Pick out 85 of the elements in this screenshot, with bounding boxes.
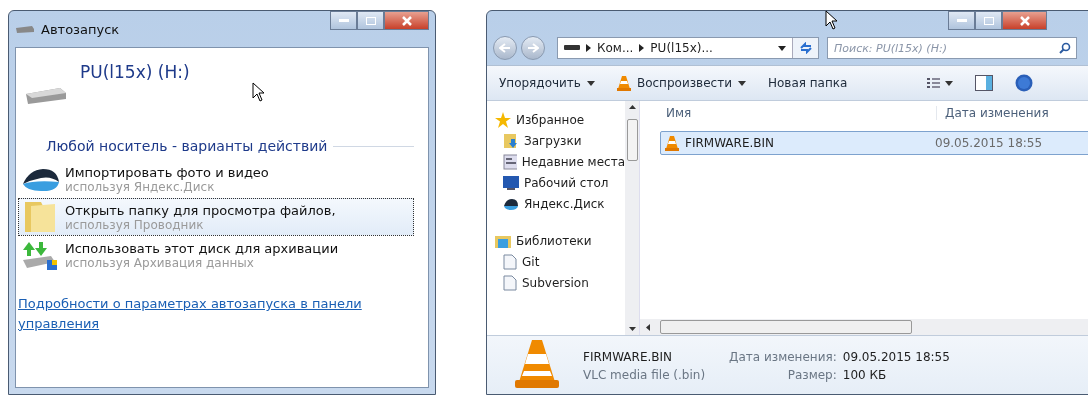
sidebar-item[interactable]: Избранное [487, 109, 625, 130]
back-arrow-icon [499, 43, 511, 53]
detail-value: 100 КБ [842, 368, 888, 382]
scrollbar[interactable] [625, 101, 639, 335]
sidebar-item[interactable]: Недавние места [487, 151, 625, 172]
caret-icon [737, 80, 746, 86]
cone-icon [515, 338, 559, 388]
document-icon [503, 274, 517, 291]
scrollbar[interactable] [640, 319, 1088, 335]
window-title: Автозапуск [41, 21, 120, 37]
detail-label: Размер: [786, 368, 837, 382]
breadcrumb[interactable]: PU(l15x)... [650, 41, 713, 55]
action-title: Открыть папку для просмотра файлов, [65, 202, 336, 218]
drive-icon [564, 45, 580, 51]
forward-button[interactable] [521, 36, 545, 60]
close-icon [1019, 15, 1030, 26]
minimize-button[interactable] [948, 11, 975, 30]
toolbar-button[interactable]: Воспроизвести [612, 73, 750, 93]
drive-icon [15, 24, 35, 34]
section-heading: Любой носитель - варианты действий [46, 138, 328, 154]
up-arrow-icon[interactable] [628, 105, 636, 109]
download-folder-icon [503, 132, 519, 149]
toolbar-button[interactable]: Упорядочить [495, 74, 599, 92]
document-icon [503, 253, 517, 270]
sidebar-item[interactable]: Загрузки [487, 130, 625, 151]
caret-icon [586, 80, 595, 86]
search-field[interactable]: Поиск: PU(l15x) (H:) [827, 37, 1077, 59]
maximize-button[interactable] [975, 11, 1002, 30]
scroll-thumb[interactable] [660, 320, 912, 334]
cone-icon [665, 135, 679, 151]
action-item[interactable]: Использовать этот диск для архивации используя Архивация данных [18, 236, 414, 274]
refresh-button[interactable] [792, 38, 818, 58]
left-arrow-icon[interactable] [646, 323, 650, 331]
down-arrow-icon[interactable] [628, 327, 636, 331]
recent-places-icon [503, 153, 517, 170]
scroll-thumb[interactable] [626, 119, 638, 161]
chevron-icon [586, 44, 591, 52]
cone-icon [616, 75, 631, 91]
file-row[interactable]: FIRMWARE.BIN 09.05.2015 18:55 [660, 131, 1088, 155]
action-title: Использовать этот диск для архивации [65, 240, 339, 256]
action-item[interactable]: Импортировать фото и видео используя Яндекс.Диск [18, 160, 414, 198]
close-button[interactable] [384, 11, 429, 30]
cursor-icon [252, 82, 266, 102]
minimize-button[interactable] [330, 11, 357, 30]
sidebar-item[interactable]: Рабочий стол [487, 172, 625, 193]
action-subtitle: используя Яндекс.Диск [65, 179, 216, 194]
column-header[interactable]: Дата изменения [936, 106, 1049, 120]
desktop-icon [503, 175, 519, 190]
sidebar-item[interactable]: Subversion [487, 272, 625, 293]
settings-link[interactable]: Подробности о параметрах автозапуска в панели управления [18, 294, 414, 333]
file-date: 09.05.2015 18:55 [935, 136, 1043, 150]
minimize-icon [956, 18, 967, 23]
refresh-icon [798, 42, 813, 54]
detail-label: Дата изменения: [729, 350, 837, 364]
detail-value: 09.05.2015 18:55 [842, 350, 950, 364]
maximize-button[interactable] [357, 11, 384, 30]
cursor-icon [825, 10, 839, 30]
sidebar-item[interactable]: Яндекс.Диск [487, 193, 625, 214]
device-name: PU(l15x) (H:) [80, 62, 190, 82]
action-item[interactable]: Открыть папку для просмотра файлов, используя Проводник [18, 198, 414, 236]
action-subtitle: используя Проводник [65, 217, 204, 232]
dropdown-icon[interactable] [778, 45, 786, 51]
maximize-icon [365, 16, 376, 25]
toolbar-button[interactable]: Новая папка [763, 74, 852, 92]
minimize-icon [338, 18, 349, 23]
breadcrumb[interactable]: Ком... [597, 41, 634, 55]
forward-arrow-icon [527, 43, 539, 53]
maximize-icon [983, 16, 994, 25]
sidebar-item[interactable]: Библиотеки [487, 230, 625, 251]
back-button[interactable] [493, 36, 517, 60]
close-button[interactable] [1002, 11, 1047, 30]
close-icon [401, 15, 412, 26]
library-icon [495, 233, 511, 248]
search-icon [1059, 42, 1071, 54]
action-title: Импортировать фото и видео [65, 164, 269, 180]
chevron-icon [639, 44, 645, 52]
cloud-icon [503, 197, 519, 210]
file-type: VLC media file (.bin) [583, 368, 706, 382]
sidebar-item[interactable]: Git [487, 251, 625, 272]
column-header[interactable]: Имя [640, 106, 936, 120]
file-name: FIRMWARE.BIN [685, 136, 775, 150]
star-icon [495, 111, 511, 128]
file-name: FIRMWARE.BIN [583, 350, 674, 364]
address-bar[interactable]: Ком... PU(l15x)... [557, 37, 819, 59]
action-subtitle: используя Архивация данных [65, 255, 255, 270]
